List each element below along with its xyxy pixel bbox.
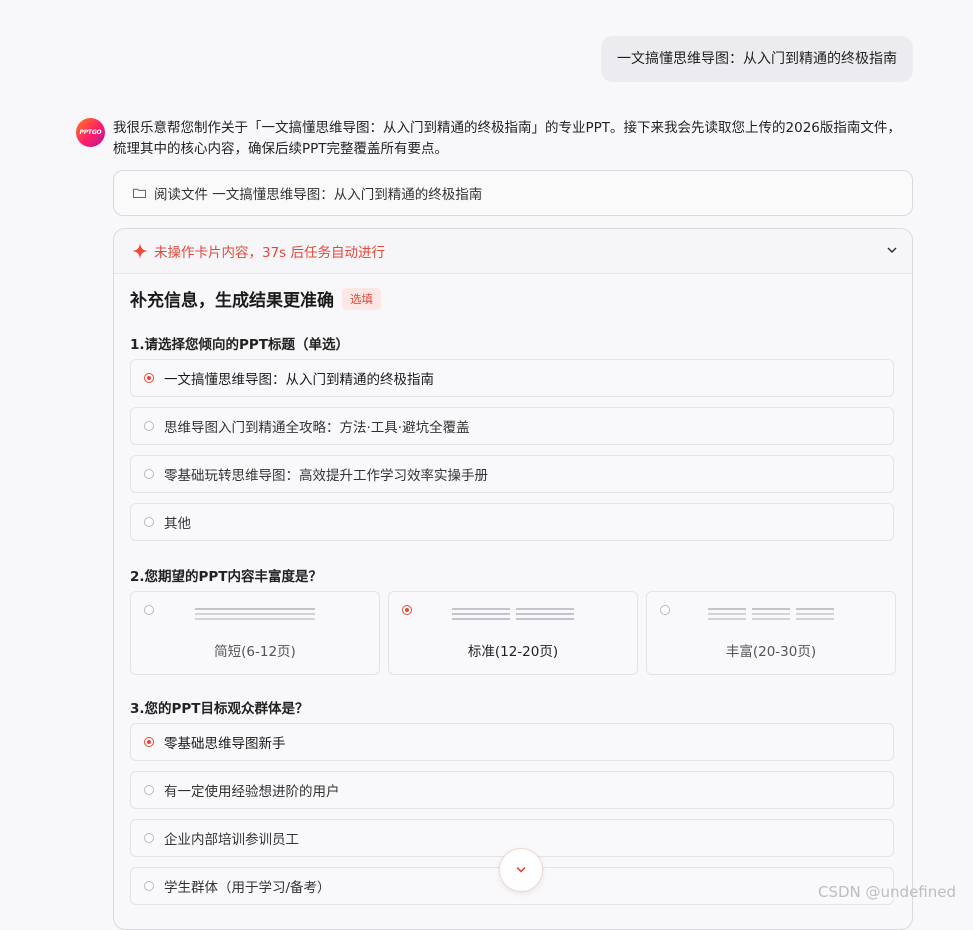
q3-option-2[interactable]: 有一定使用经验想进阶的用户	[130, 771, 894, 809]
optional-badge: 选填	[342, 287, 381, 310]
scroll-down-button[interactable]	[499, 848, 543, 892]
q2-option-standard[interactable]: 标准(12-20页)	[388, 591, 638, 675]
q1-label: 1.请选择您倾向的PPT标题（单选）	[130, 337, 350, 353]
option-text: 学生群体（用于学习/备考）	[164, 880, 331, 896]
option-text: 思维导图入门到精通全攻略：方法·工具·避坑全覆盖	[164, 420, 470, 436]
q1-option-3[interactable]: 零基础玩转思维导图：高效提升工作学习效率实操手册	[130, 455, 894, 493]
radio-selected[interactable]	[144, 373, 154, 383]
option-text: 有一定使用经验想进阶的用户	[164, 784, 340, 800]
chevron-down-icon[interactable]	[886, 244, 898, 256]
radio[interactable]	[144, 881, 154, 891]
option-text: 企业内部培训参训员工	[164, 832, 299, 848]
option-text: 零基础思维导图新手	[164, 736, 286, 752]
assistant-avatar: PPTGO	[76, 118, 105, 147]
question-card: 未操作卡片内容，37s 后任务自动进行 补充信息，生成结果更准确 选填 1.请选…	[113, 228, 913, 930]
user-message-bubble: 一文搞懂思维导图：从入门到精通的终极指南	[601, 36, 913, 82]
length-preview-icon	[647, 608, 895, 620]
q2-label: 2.您期望的PPT内容丰富度是？	[130, 569, 323, 585]
radio[interactable]	[144, 785, 154, 795]
chevron-down-icon	[516, 867, 526, 873]
tile-label: 丰富(20-30页)	[725, 644, 817, 660]
option-text: 其他	[164, 516, 191, 532]
q1-option-2[interactable]: 思维导图入门到精通全攻略：方法·工具·避坑全覆盖	[130, 407, 894, 445]
q1-option-4[interactable]: 其他	[130, 503, 894, 541]
q1-option-1[interactable]: 一文搞懂思维导图：从入门到精通的终极指南	[130, 359, 894, 397]
auto-continue-warning: 未操作卡片内容，37s 后任务自动进行	[154, 245, 386, 261]
length-preview-icon	[389, 608, 637, 620]
option-text: 零基础玩转思维导图：高效提升工作学习效率实操手册	[164, 468, 488, 484]
length-preview-icon	[131, 608, 379, 620]
file-read-box[interactable]: 阅读文件 一文搞懂思维导图：从入门到精通的终极指南	[113, 170, 913, 216]
tile-label: 简短(6-12页)	[214, 644, 296, 660]
watermark: CSDN @undefined	[818, 883, 957, 901]
q3-label: 3.您的PPT目标观众群体是？	[130, 701, 309, 717]
radio[interactable]	[144, 833, 154, 843]
assistant-intro-text: 我很乐意帮您制作关于「一文搞懂思维导图：从入门到精通的终极指南」的专业PPT。接…	[113, 120, 901, 157]
radio-selected[interactable]	[144, 737, 154, 747]
q3-option-1[interactable]: 零基础思维导图新手	[130, 723, 894, 761]
radio[interactable]	[144, 469, 154, 479]
q2-option-rich[interactable]: 丰富(20-30页)	[646, 591, 896, 675]
folder-icon	[133, 188, 146, 198]
q2-option-short[interactable]: 简短(6-12页)	[130, 591, 380, 675]
radio[interactable]	[144, 517, 154, 527]
tile-label: 标准(12-20页)	[467, 644, 559, 660]
option-text: 一文搞懂思维导图：从入门到精通的终极指南	[164, 372, 434, 388]
card-title: 补充信息，生成结果更准确 选填	[130, 286, 381, 311]
card-header[interactable]: 未操作卡片内容，37s 后任务自动进行	[114, 229, 912, 274]
card-title-text: 补充信息，生成结果更准确	[130, 291, 334, 311]
sparkle-icon	[132, 243, 148, 259]
radio[interactable]	[144, 421, 154, 431]
file-read-text: 阅读文件 一文搞懂思维导图：从入门到精通的终极指南	[154, 187, 483, 203]
